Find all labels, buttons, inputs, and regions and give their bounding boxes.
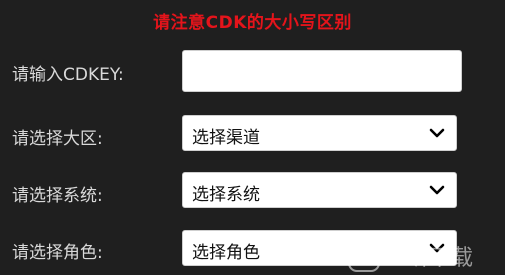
watermark-logo: 听 一听下载 [348,240,473,272]
region-select-value: 选择渠道 [192,128,260,148]
role-select-value: 选择角色 [192,243,260,263]
region-label: 请选择大区: [12,129,103,149]
system-select[interactable]: 选择系统 [182,172,457,208]
chevron-down-icon [429,185,445,195]
system-label: 请选择系统: [12,186,103,206]
region-select[interactable]: 选择渠道 [182,115,457,151]
svg-text:听: 听 [355,247,373,268]
svg-text:一听下载: 一听下载 [385,246,473,271]
case-sensitivity-notice: 请注意CDK的大小写区别 [153,13,352,33]
cdkey-input[interactable] [182,50,462,92]
role-label: 请选择角色: [12,243,103,263]
cdkey-redeem-form: 请注意CDK的大小写区别 请输入CDKEY: 请选择大区: 选择渠道 请选择系统… [0,0,505,275]
system-select-value: 选择系统 [192,185,260,205]
chevron-down-icon [429,128,445,138]
cdkey-label: 请输入CDKEY: [12,65,124,85]
